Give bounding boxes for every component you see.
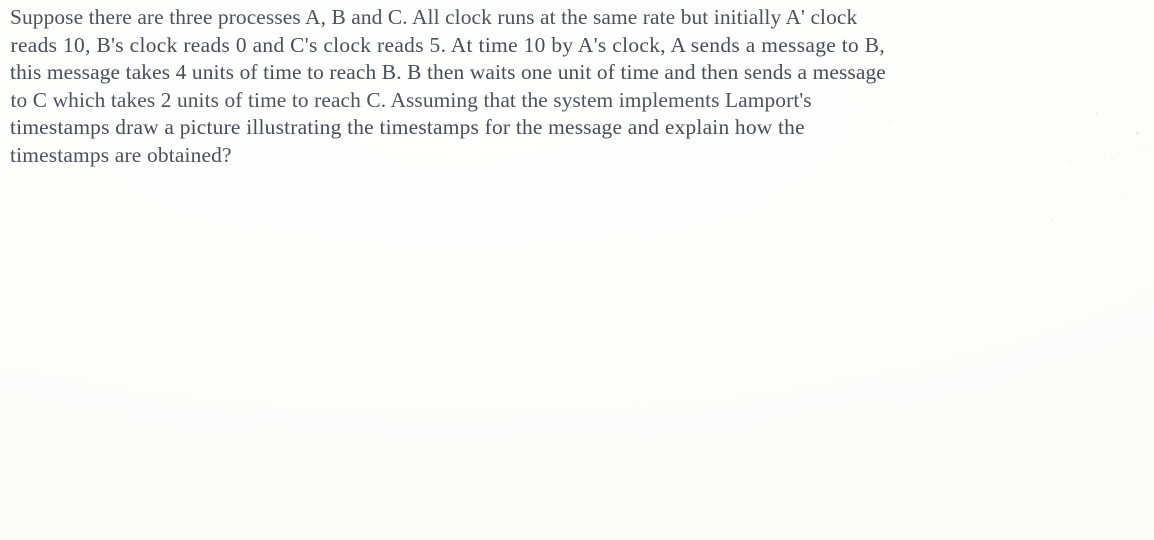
document-line: timestamps draw a picture illustrating t… bbox=[10, 115, 805, 140]
scan-speckle bbox=[1051, 219, 1053, 221]
document-line: timestamps are obtained? bbox=[10, 142, 232, 167]
document-line: this message takes 4 units of time to re… bbox=[10, 60, 886, 85]
document-line: reads 10, B's clock reads 0 and C's cloc… bbox=[10, 32, 886, 57]
document-line: to C which takes 2 units of time to reac… bbox=[10, 87, 812, 112]
scanned-page: Suppose there are three processes A, B a… bbox=[0, 0, 1154, 540]
document-line: Suppose there are three processes A, B a… bbox=[10, 5, 858, 29]
scan-speckle bbox=[1126, 191, 1128, 193]
question-text-block: Suppose there are three processes A, B a… bbox=[10, 4, 1144, 170]
